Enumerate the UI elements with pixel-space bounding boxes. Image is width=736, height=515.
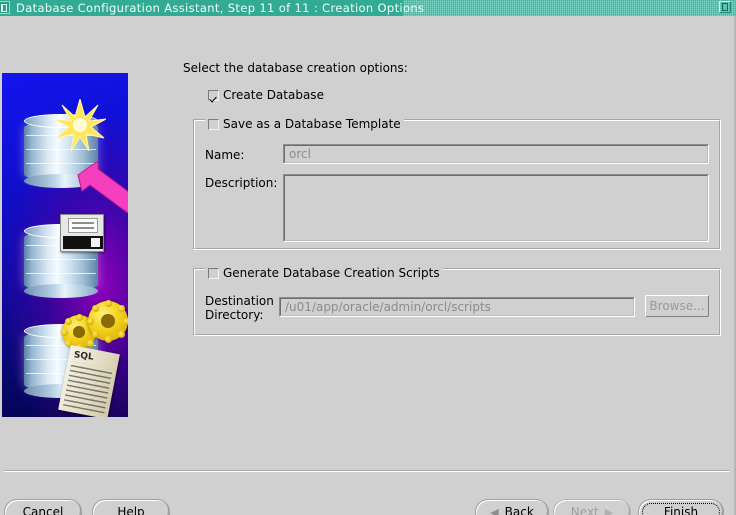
generate-scripts-checkbox[interactable] — [208, 267, 219, 279]
cancel-button[interactable]: Cancel — [4, 499, 82, 515]
destination-directory-value: /u01/app/oracle/admin/orcl/scripts — [285, 300, 491, 314]
help-button-label: Help — [117, 505, 145, 515]
maximize-icon[interactable] — [719, 1, 732, 14]
floppy-label — [68, 218, 98, 233]
browse-button[interactable]: Browse... — [645, 295, 709, 317]
save-as-template-checkbox[interactable] — [208, 118, 219, 130]
gear-icon — [86, 299, 128, 343]
database-configuration-assistant-window: Database Configuration Assistant, Step 1… — [0, 0, 736, 515]
finish-button[interactable]: Finish — [638, 499, 724, 515]
maximize-icon-inner — [722, 3, 728, 11]
finish-button-label: Finish — [663, 505, 699, 515]
window-menu-icon[interactable] — [0, 1, 10, 14]
floppy-shutter — [63, 236, 103, 249]
floppy-disk-icon — [60, 214, 104, 252]
help-button[interactable]: Help — [92, 499, 170, 515]
next-button-label: Next — [570, 505, 599, 515]
destination-directory-input[interactable]: /u01/app/oracle/admin/orcl/scripts — [279, 297, 635, 317]
create-database-checkbox-row[interactable]: Create Database — [208, 88, 324, 102]
next-button[interactable]: Next ▶ — [553, 499, 631, 515]
sql-scroll-lines — [63, 361, 113, 414]
save-as-template-checkbox-row[interactable]: Save as a Database Template — [205, 117, 404, 131]
generate-scripts-checkbox-row[interactable]: Generate Database Creation Scripts — [205, 266, 443, 280]
back-button[interactable]: ◀ Back — [475, 499, 549, 515]
page-instruction: Select the database creation options: — [183, 61, 408, 75]
destination-directory-label-line1: Destination — [205, 294, 274, 308]
template-description-input[interactable] — [283, 174, 709, 242]
chevron-left-icon: ◀ — [490, 505, 499, 515]
title-bar: Database Configuration Assistant, Step 1… — [0, 0, 736, 16]
footer-separator — [4, 470, 730, 472]
window-body: SQL Select the database creation options… — [0, 16, 736, 515]
wizard-illustration: SQL — [2, 73, 128, 417]
starburst-icon — [54, 99, 106, 151]
window-title: Database Configuration Assistant, Step 1… — [16, 1, 425, 15]
create-database-checkbox[interactable] — [208, 89, 219, 101]
chevron-right-icon: ▶ — [604, 505, 614, 515]
template-name-value: orcl — [289, 147, 311, 161]
pink-arrow-icon — [77, 161, 128, 214]
cancel-button-label: Cancel — [22, 505, 64, 515]
save-as-template-label: Save as a Database Template — [223, 117, 401, 131]
generate-scripts-label: Generate Database Creation Scripts — [223, 266, 440, 280]
template-description-label: Description: — [205, 176, 278, 190]
create-database-label: Create Database — [223, 88, 324, 102]
destination-directory-label-line2: Directory: — [205, 308, 264, 322]
sql-scroll-label: SQL — [73, 350, 95, 363]
template-name-label: Name: — [205, 148, 245, 162]
back-button-label: Back — [504, 505, 534, 515]
template-name-input[interactable]: orcl — [283, 144, 709, 164]
